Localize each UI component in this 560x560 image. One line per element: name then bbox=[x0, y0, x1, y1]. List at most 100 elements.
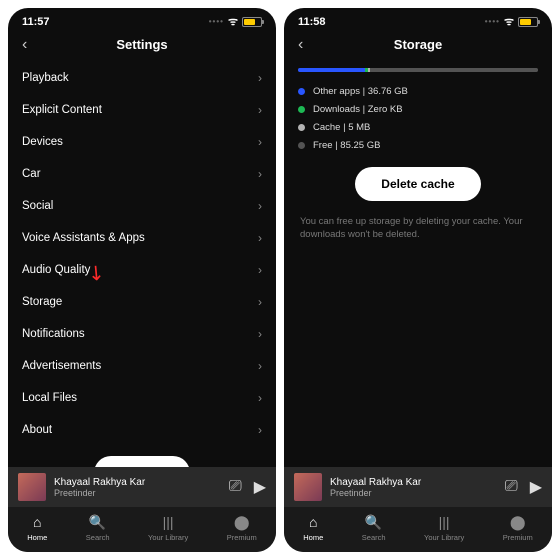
now-playing-bar[interactable]: Khayaal Rakhya Kar Preetinder ⎚ ▶ bbox=[8, 467, 276, 507]
header: ‹ Storage bbox=[284, 31, 552, 62]
devices-icon[interactable]: ⎚ bbox=[505, 478, 518, 496]
chevron-right-icon: › bbox=[258, 391, 262, 405]
track-title: Khayaal Rakhya Kar bbox=[54, 477, 221, 488]
row-label: Voice Assistants & Apps bbox=[22, 232, 145, 244]
settings-row-social[interactable]: Social › bbox=[22, 190, 262, 222]
back-icon[interactable]: ‹ bbox=[22, 36, 27, 54]
helper-text: You can free up storage by deleting your… bbox=[298, 215, 538, 242]
cell-dots: •••• bbox=[209, 17, 224, 26]
devices-icon[interactable]: ⎚ bbox=[229, 478, 242, 496]
legend-row: Other apps | 36.76 GB bbox=[298, 86, 538, 97]
storage-bar bbox=[298, 68, 538, 72]
page-title: Storage bbox=[394, 37, 442, 52]
tab-label: Your Library bbox=[148, 533, 188, 542]
status-bar: 11:58 •••• ᯤ bbox=[284, 8, 552, 31]
play-icon[interactable]: ▶ bbox=[530, 477, 542, 497]
tab-icon: 🔍 bbox=[365, 513, 383, 531]
tab-label: Home bbox=[303, 533, 323, 542]
track-title: Khayaal Rakhya Kar bbox=[330, 477, 497, 488]
legend-dot bbox=[298, 124, 305, 131]
settings-row-notifications[interactable]: Notifications › bbox=[22, 318, 262, 350]
row-label: Local Files bbox=[22, 392, 77, 404]
row-label: Car bbox=[22, 168, 41, 180]
storage-segment bbox=[298, 68, 365, 72]
tab-label: Premium bbox=[503, 533, 533, 542]
tab-label: Your Library bbox=[424, 533, 464, 542]
tab-icon: ||| bbox=[435, 513, 453, 531]
tab-bar: ⌂ Home 🔍 Search ||| Your Library ⬤ Premium bbox=[8, 507, 276, 552]
tab-icon: ⬤ bbox=[509, 513, 527, 531]
storage-segment bbox=[370, 68, 538, 72]
chevron-right-icon: › bbox=[258, 231, 262, 245]
settings-row-advertisements[interactable]: Advertisements› bbox=[22, 350, 262, 382]
tab-your-library[interactable]: ||| Your Library bbox=[424, 513, 464, 542]
back-icon[interactable]: ‹ bbox=[298, 36, 303, 54]
battery-icon bbox=[518, 17, 538, 27]
legend-dot bbox=[298, 142, 305, 149]
album-art bbox=[294, 473, 322, 501]
legend-row: Free | 85.25 GB bbox=[298, 140, 538, 151]
album-art bbox=[18, 473, 46, 501]
tab-home[interactable]: ⌂ Home bbox=[303, 513, 323, 542]
settings-row-car[interactable]: Car › bbox=[22, 158, 262, 190]
legend-dot bbox=[298, 106, 305, 113]
settings-row-storage[interactable]: Storage› bbox=[22, 286, 262, 318]
legend-dot bbox=[298, 88, 305, 95]
tab-icon: ||| bbox=[159, 513, 177, 531]
delete-cache-button[interactable]: Delete cache bbox=[355, 167, 480, 201]
play-icon[interactable]: ▶ bbox=[254, 477, 266, 497]
legend-label: Downloads | Zero KB bbox=[313, 104, 403, 115]
logout-button[interactable]: Log out bbox=[94, 456, 190, 467]
tab-home[interactable]: ⌂ Home bbox=[27, 513, 47, 542]
settings-row-devices[interactable]: Devices › bbox=[22, 126, 262, 158]
tab-icon: 🔍 bbox=[89, 513, 107, 531]
settings-row-playback[interactable]: Playback› bbox=[22, 62, 262, 94]
settings-list: Playback›Explicit Content›Devices›Car›So… bbox=[8, 62, 276, 467]
row-label: Notifications bbox=[22, 328, 85, 340]
settings-row-about[interactable]: About › bbox=[22, 414, 262, 446]
legend-row: Cache | 5 MB bbox=[298, 122, 538, 133]
phone-settings: 11:57 •••• ᯤ ‹ Settings Playback›Explici… bbox=[8, 8, 276, 552]
page-title: Settings bbox=[116, 37, 167, 52]
chevron-right-icon: › bbox=[258, 327, 262, 341]
tab-label: Search bbox=[362, 533, 386, 542]
row-label: Devices bbox=[22, 136, 63, 148]
chevron-right-icon: › bbox=[258, 135, 262, 149]
wifi-icon: ᯤ bbox=[504, 14, 514, 29]
phone-storage: 11:58 •••• ᯤ ‹ Storage Other apps | 36.7… bbox=[284, 8, 552, 552]
row-label: Playback bbox=[22, 72, 69, 84]
legend-label: Cache | 5 MB bbox=[313, 122, 370, 133]
row-label: Audio Quality bbox=[22, 264, 90, 276]
wifi-icon: ᯤ bbox=[228, 14, 238, 29]
tab-icon: ⌂ bbox=[28, 513, 46, 531]
tab-search[interactable]: 🔍 Search bbox=[86, 513, 110, 542]
row-label: About bbox=[22, 424, 52, 436]
tab-label: Premium bbox=[227, 533, 257, 542]
chevron-right-icon: › bbox=[258, 295, 262, 309]
chevron-right-icon: › bbox=[258, 423, 262, 437]
tab-icon: ⌂ bbox=[304, 513, 322, 531]
tab-your-library[interactable]: ||| Your Library bbox=[148, 513, 188, 542]
track-artist: Preetinder bbox=[330, 488, 497, 498]
cell-dots: •••• bbox=[485, 17, 500, 26]
settings-row-local-files[interactable]: Local Files › bbox=[22, 382, 262, 414]
tab-label: Home bbox=[27, 533, 47, 542]
clock: 11:58 bbox=[298, 16, 326, 28]
tab-premium[interactable]: ⬤ Premium bbox=[503, 513, 533, 542]
chevron-right-icon: › bbox=[258, 167, 262, 181]
tab-search[interactable]: 🔍 Search bbox=[362, 513, 386, 542]
row-label: Advertisements bbox=[22, 360, 101, 372]
chevron-right-icon: › bbox=[258, 199, 262, 213]
now-playing-bar[interactable]: Khayaal Rakhya Kar Preetinder ⎚ ▶ bbox=[284, 467, 552, 507]
legend-label: Free | 85.25 GB bbox=[313, 140, 380, 151]
settings-row-audio-quality[interactable]: Audio Quality› bbox=[22, 254, 262, 286]
tab-label: Search bbox=[86, 533, 110, 542]
chevron-right-icon: › bbox=[258, 103, 262, 117]
row-label: Social bbox=[22, 200, 53, 212]
storage-legend: Other apps | 36.76 GB Downloads | Zero KB… bbox=[298, 86, 538, 151]
settings-row-voice-assistants-apps[interactable]: Voice Assistants & Apps › bbox=[22, 222, 262, 254]
tab-icon: ⬤ bbox=[233, 513, 251, 531]
settings-row-explicit-content[interactable]: Explicit Content› bbox=[22, 94, 262, 126]
tab-premium[interactable]: ⬤ Premium bbox=[227, 513, 257, 542]
status-bar: 11:57 •••• ᯤ bbox=[8, 8, 276, 31]
